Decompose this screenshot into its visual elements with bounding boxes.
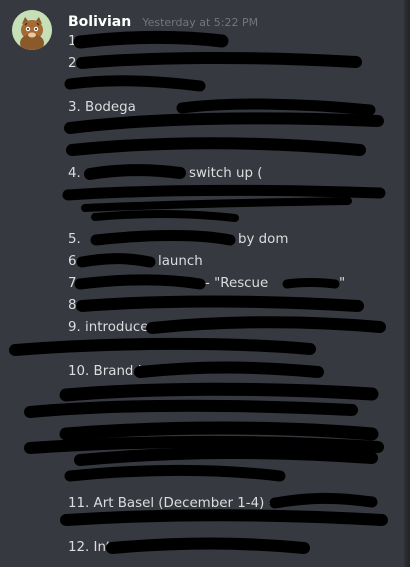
window-edge (404, 0, 410, 567)
list-item-2: 2. (68, 56, 81, 71)
chat-message: Bolivian Yesterday at 5:22 PM 1. 2. 3. B… (0, 0, 410, 567)
author-name[interactable]: Bolivian (68, 14, 131, 30)
list-item-3: 3. Bodega (68, 100, 136, 115)
list-item-6: 6. (68, 254, 81, 269)
list-item-7-quote: " (339, 276, 346, 291)
list-item-11: 11. Art Basel (December 1-4) - (68, 496, 274, 511)
list-item-5: 5. (68, 232, 81, 247)
list-item-8: 8. (68, 298, 81, 313)
list-item-9: 9. introduce (68, 320, 149, 335)
list-item-10: 10. Brand L (68, 364, 146, 379)
list-item-12: 12. Intro (68, 540, 125, 555)
list-item-4-text: switch up ( (189, 166, 263, 181)
list-item-5-text: by dom (238, 232, 289, 247)
list-item-4: 4. (68, 166, 81, 181)
user-avatar[interactable] (12, 10, 52, 50)
message-timestamp: Yesterday at 5:22 PM (142, 16, 259, 29)
list-item-7: 7. (68, 276, 81, 291)
tiger-avatar-icon (12, 10, 52, 50)
list-item-6-text: launch (158, 254, 203, 269)
message-header: Bolivian Yesterday at 5:22 PM (68, 11, 258, 30)
list-item-7-text: - "Rescue (205, 276, 269, 291)
list-item-1: 1. (68, 34, 81, 49)
